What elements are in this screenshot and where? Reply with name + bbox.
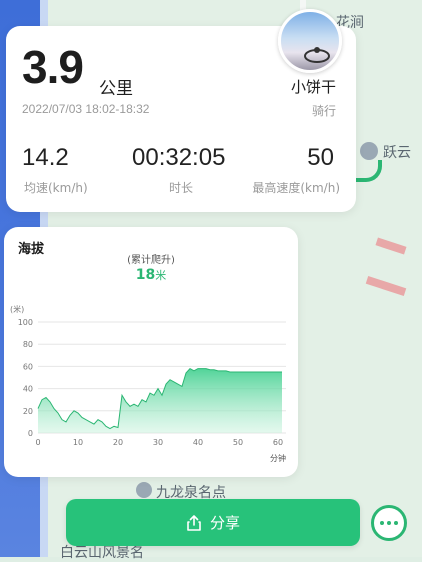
map-road (375, 237, 407, 255)
share-label: 分享 (209, 514, 240, 532)
x-tick-label: 20 (113, 438, 123, 447)
elevation-area (38, 368, 282, 433)
distance-unit: 公里 (99, 79, 133, 99)
poi-icon (136, 482, 152, 498)
duration-label: 时长 (169, 181, 194, 195)
avatar[interactable] (278, 9, 342, 73)
y-tick-label: 60 (23, 362, 33, 371)
share-button[interactable]: 分享 (66, 499, 360, 546)
y-axis-label: (米) (10, 304, 24, 314)
more-options-button[interactable] (371, 505, 407, 541)
max-speed-label: 最高速度(km/h) (252, 181, 340, 195)
y-tick-label: 100 (18, 318, 33, 327)
y-tick-label: 80 (23, 340, 33, 349)
elevation-chart: 0 20 40 60 80 100 (米) 0 10 20 30 40 50 60 分钟 (10, 304, 286, 463)
avg-speed-label: 均速(km/h) (24, 181, 88, 195)
route-line (356, 160, 382, 182)
max-speed-value: 50 (307, 144, 334, 171)
y-tick-label: 40 (23, 385, 33, 394)
x-tick-label: 40 (193, 438, 203, 447)
distance-value: 3.9 (22, 41, 84, 93)
more-icon-dot (387, 521, 391, 525)
ride-summary-card: 3.9 公里 2022/07/03 18:02-18:32 小饼干 骑行 14.… (6, 9, 356, 212)
more-icon-dot (394, 521, 398, 525)
share-icon (187, 514, 201, 531)
y-tick-label: 20 (23, 407, 33, 416)
x-tick-label: 60 (273, 438, 283, 447)
avatar-image (304, 47, 330, 63)
y-tick-label: 0 (28, 429, 33, 438)
x-tick-label: 10 (73, 438, 83, 447)
x-axis-label: 分钟 (270, 453, 286, 463)
avg-speed-value: 14.2 (22, 144, 69, 171)
duration-value: 00:32:05 (132, 144, 226, 171)
username: 小饼干 (290, 78, 336, 96)
more-icon-dot (380, 521, 384, 525)
map-label: 跃云 (383, 145, 411, 161)
activity-type: 骑行 (311, 104, 336, 118)
x-tick-label: 50 (233, 438, 243, 447)
poi-icon (360, 142, 378, 160)
map-road (365, 276, 407, 296)
elevation-card: 海拔 (累计爬升) 18米 0 20 40 60 80 100 (米) 0 10 20 30 40 50… (4, 227, 298, 477)
ride-date-range: 2022/07/03 18:02-18:32 (22, 102, 150, 116)
x-tick-label: 0 (35, 438, 40, 447)
x-tick-label: 30 (153, 438, 163, 447)
